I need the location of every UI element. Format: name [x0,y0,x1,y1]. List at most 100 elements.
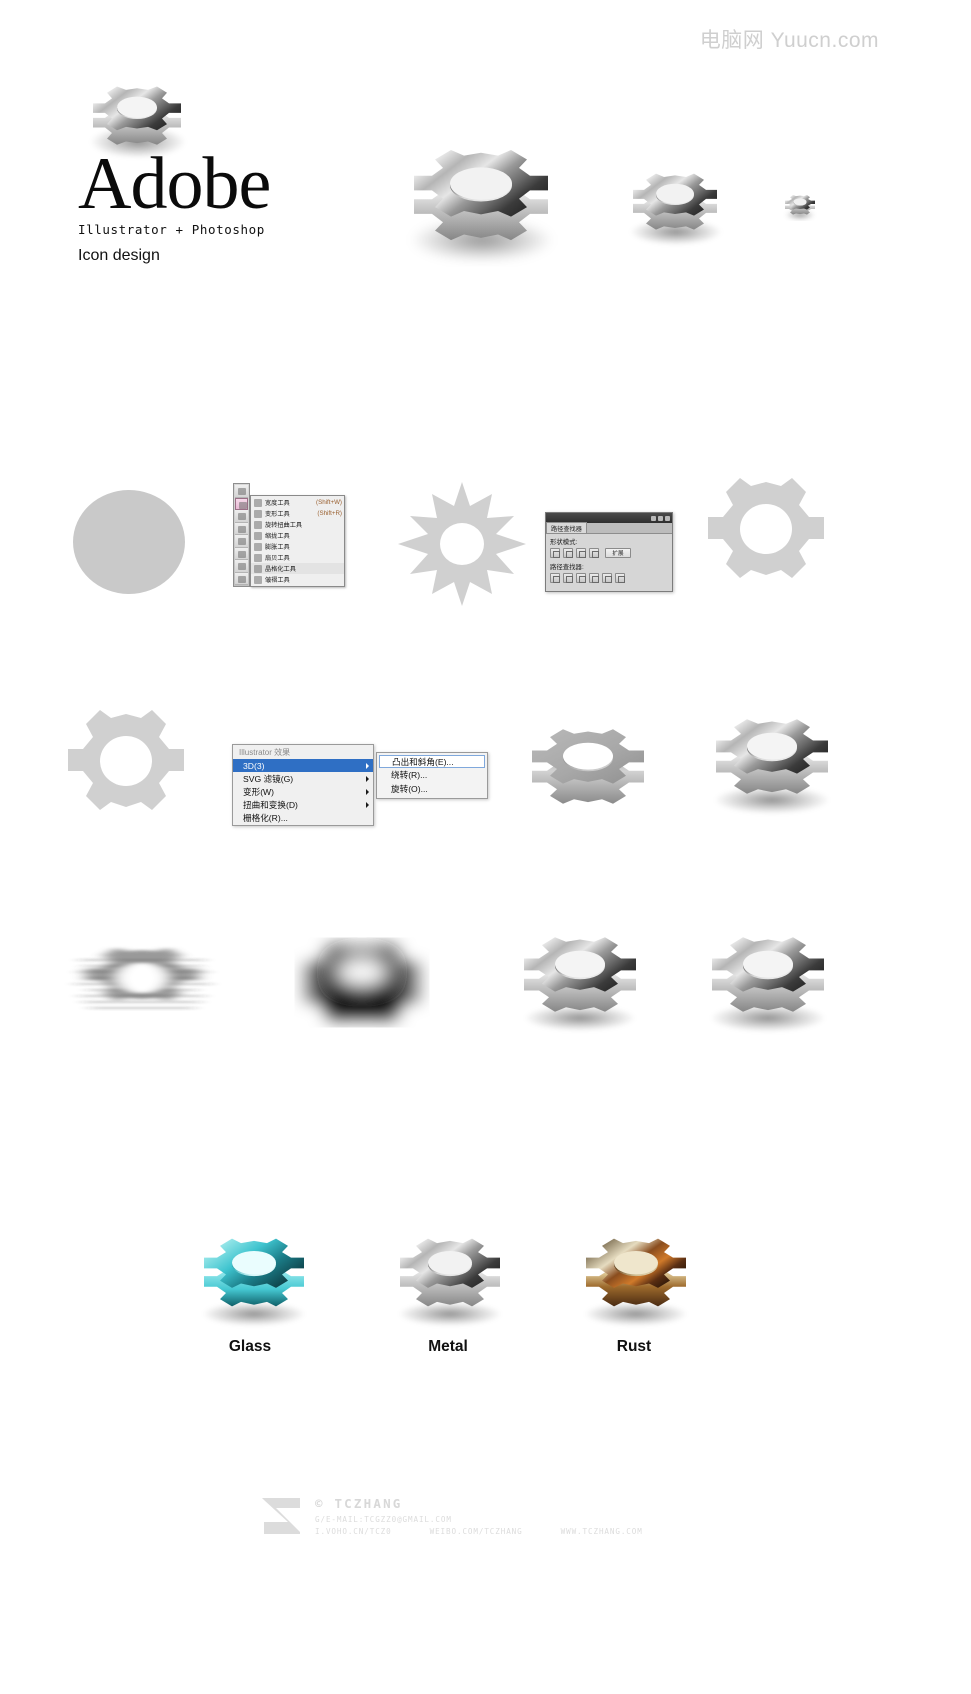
tool-label: 膨胀工具 [265,544,290,551]
tool-label: 旋转扭曲工具 [265,522,303,529]
tool-label: 缩拢工具 [265,533,290,540]
gear-preview-medium [614,156,738,256]
minus-front-icon[interactable] [563,548,573,558]
tool-menu-item[interactable]: 宽度工具 (Shift+W) [251,497,344,508]
chevron-right-icon [366,775,369,782]
tool-cell[interactable] [235,485,248,498]
tool-cell[interactable] [235,522,248,535]
tool-menu-item[interactable]: 扇贝工具 [251,552,344,563]
submenu-item-revolve[interactable]: 绕转(R)... [377,768,487,782]
pathfinder-panel[interactable]: 路径查找器 形状模式: 扩展 路径查找器: [545,512,673,592]
tool-menu-item[interactable]: 缩拢工具 [251,530,344,541]
effect-menu-header: Illustrator 效果 [239,748,291,757]
intersect-icon[interactable] [576,548,586,558]
tool-cell-active[interactable] [235,497,248,510]
menu-item-warp[interactable]: 变形(W) [233,785,373,798]
footer-link-site[interactable]: WWW.TCZHANG.COM [561,1527,643,1536]
shape-modes-row[interactable]: 扩展 [550,548,668,558]
step-circle-shape [66,482,196,604]
menu-item-3d[interactable]: 3D(3) [233,759,373,772]
tczhang-logo-icon [262,1498,300,1534]
wrinkle-tool-icon [254,575,262,584]
merge-icon[interactable] [576,573,586,583]
footer-lines: © TCZHANG G/E-MAIL:TCGZZ0@GMAIL.COM I.VO… [315,1492,643,1536]
outline-icon[interactable] [602,573,612,583]
header-block: Adobe Illustrator + Photoshop Icon desig… [78,72,271,265]
tool-cell[interactable] [235,535,248,548]
tool-label: 宽度工具 [265,500,290,507]
step-flat-gear-duplicate [60,710,192,838]
step-textured-gear-a [508,918,654,1042]
footer-signature: © TCZHANG G/E-MAIL:TCGZZ0@GMAIL.COM I.VO… [258,1492,643,1538]
minimize-icon[interactable] [651,515,656,521]
submenu-label: 绕转(R)... [391,770,428,780]
chevron-right-icon [366,788,369,795]
tool-menu-item-selected[interactable]: 晶格化工具 [251,563,344,574]
unite-icon[interactable] [550,548,560,558]
twirl-tool-icon [254,520,262,529]
step-crystallize-shape [392,480,532,608]
divide-icon[interactable] [550,573,560,583]
trim-icon[interactable] [563,573,573,583]
menu-label: 变形(W) [243,786,275,797]
tool-menu-item[interactable]: 膨胀工具 [251,541,344,552]
exclude-icon[interactable] [589,548,599,558]
expand-button[interactable]: 扩展 [605,548,631,558]
gear-preview-small [778,188,822,226]
tool-flyout-list[interactable]: 宽度工具 (Shift+W) 变形工具 (Shift+R) 旋转扭曲工具 缩拢工… [250,495,345,587]
footer-link-weibo[interactable]: WEIBO.COM/TCZHANG [430,1527,523,1536]
menu-item-svg-filters[interactable]: SVG 滤镜(G) [233,772,373,785]
footer-link-blog[interactable]: I.VOHO.CN/TCZ0 [315,1527,392,1536]
maximize-icon[interactable] [658,515,663,521]
close-icon[interactable] [665,515,670,521]
tool-label: 变形工具 [265,511,290,518]
footer-copyright: © TCZHANG [315,1496,403,1511]
tool-label: 扇贝工具 [265,555,290,562]
tool-cell[interactable] [235,510,248,523]
material-label-metal: Metal [428,1338,468,1355]
material-gear-metal [382,1222,518,1334]
pathfinders-row[interactable] [550,573,668,583]
effect-3d-menu[interactable]: Illustrator 效果 3D(3) SVG 滤镜(G) 变形(W) 扭曲和… [232,744,488,826]
crystallize-tool-icon [254,564,262,573]
submenu-label: 旋转(O)... [391,784,428,794]
width-tool-icon [254,498,262,507]
tool-cell[interactable] [235,547,248,560]
tool-cell[interactable] [235,572,248,585]
chevron-right-icon [366,762,369,769]
tool-menu-item[interactable]: 旋转扭曲工具 [251,519,344,530]
menu-label: 3D(3) [243,760,265,771]
submenu-item-extrude-bevel[interactable]: 凸出和斜角(E)... [379,755,485,768]
tool-cell[interactable] [235,560,248,573]
site-watermark: 电脑网 Yuucn.com [699,29,879,52]
minus-back-icon[interactable] [615,573,625,583]
tool-menu-item[interactable]: 变形工具 (Shift+R) [251,508,344,519]
scallop-tool-icon [254,553,262,562]
menu-item-rasterize[interactable]: 栅格化(R)... [233,811,373,824]
tab-pathfinder[interactable]: 路径查找器 [546,522,587,533]
footer-links: I.VOHO.CN/TCZ0 WEIBO.COM/TCZHANG WWW.TCZ… [315,1527,643,1536]
tool-shortcut: (Shift+W) [316,499,342,506]
submenu-item-rotate[interactable]: 旋转(O)... [377,782,487,796]
effect-menu-main[interactable]: Illustrator 效果 3D(3) SVG 滤镜(G) 变形(W) 扭曲和… [232,744,374,826]
tool-menu-item[interactable]: 皱褶工具 [251,574,344,585]
menu-item-distort-transform[interactable]: 扭曲和变换(D) [233,798,373,811]
warp-tool-icon [254,509,262,518]
menu-label: SVG 滤镜(G) [243,773,294,784]
tool-shortcut: (Shift+R) [317,510,342,517]
material-gear-rust [568,1222,704,1334]
panel-body: 形状模式: 扩展 路径查找器: [546,534,672,591]
step-brushed-texture [62,920,222,1050]
step-shadow-blob [282,918,442,1050]
pucker-tool-icon [254,531,262,540]
panel-window-buttons[interactable] [651,515,670,521]
footer-email: G/E-MAIL:TCGZZ0@GMAIL.COM [315,1515,452,1524]
toolbar-column[interactable] [233,483,250,587]
bloat-tool-icon [254,542,262,551]
chevron-right-icon [366,801,369,808]
panel-tabrow[interactable]: 路径查找器 [546,522,672,534]
effect-3d-submenu[interactable]: 凸出和斜角(E)... 绕转(R)... 旋转(O)... [376,752,488,799]
crop-icon[interactable] [589,573,599,583]
apps-line: Illustrator + Photoshop [78,222,265,238]
step-shaded-gear [698,700,846,824]
